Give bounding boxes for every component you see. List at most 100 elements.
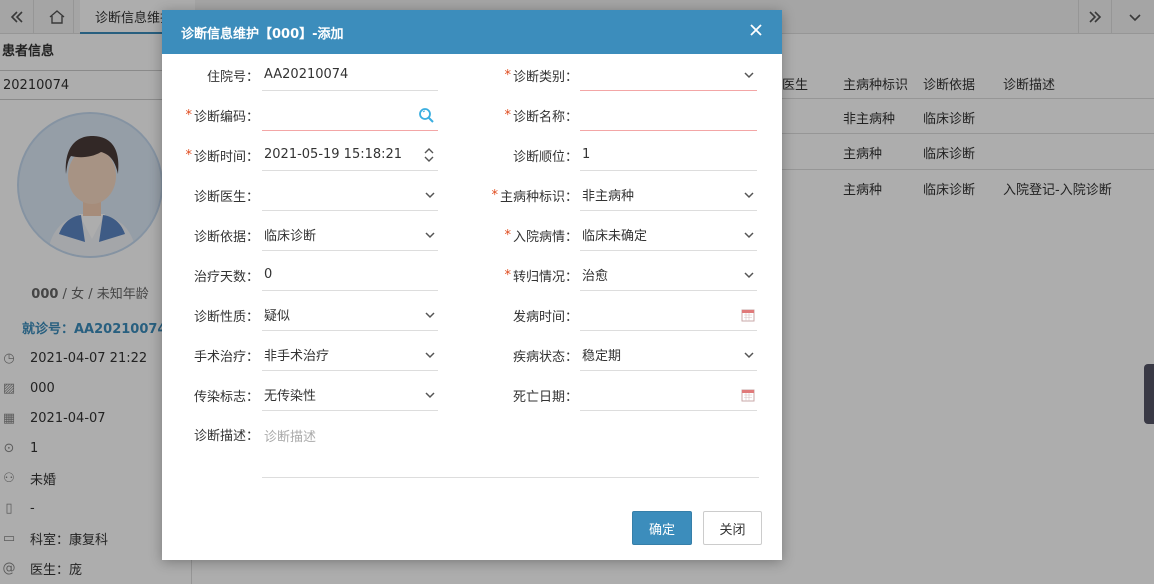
chevron-down-icon <box>743 179 755 211</box>
diag-doctor-select[interactable] <box>262 179 438 211</box>
surgery-select[interactable]: 非手术治疗 <box>262 339 438 371</box>
chevron-down-icon <box>424 179 436 211</box>
required-mark: * <box>185 147 192 163</box>
calendar-icon[interactable] <box>741 379 755 411</box>
close-button[interactable]: 关闭 <box>703 511 762 545</box>
required-mark: * <box>185 107 192 123</box>
chevron-down-icon <box>424 299 436 331</box>
field-label: 诊断性质： <box>193 309 259 325</box>
field-admission-condition: * 入院病情： 临床未确定 <box>462 219 762 251</box>
death-date-input[interactable] <box>580 379 757 411</box>
field-label: 死亡日期： <box>512 389 578 405</box>
field-label: 疾病状态： <box>512 349 578 365</box>
field-value: 2021-05-19 15:18:21 <box>264 147 403 162</box>
dialog-title: 诊断信息维护【000】-添加 <box>181 26 344 42</box>
field-treatment-days: 治疗天数： 0 <box>162 259 442 291</box>
chevron-down-icon <box>743 259 755 291</box>
diag-code-input[interactable] <box>262 99 438 131</box>
field-disease-state: 疾病状态： 稳定期 <box>462 339 762 371</box>
outcome-select[interactable]: 治愈 <box>580 259 757 291</box>
confirm-button[interactable]: 确定 <box>632 511 692 545</box>
required-mark: * <box>504 267 511 283</box>
dialog-header: 诊断信息维护【000】-添加 <box>162 10 782 54</box>
time-spinner[interactable] <box>424 139 434 171</box>
field-value: 0 <box>264 267 273 282</box>
chevron-down-icon <box>424 379 436 411</box>
diagnosis-add-dialog: 诊断信息维护【000】-添加 住院号： AA20210074 * 诊断类别： * 诊… <box>162 10 782 560</box>
field-diag-basis: 诊断依据： 临床诊断 <box>162 219 442 251</box>
chevron-down-icon <box>424 339 436 371</box>
field-label: 传染标志： <box>193 389 259 405</box>
field-label: * 诊断名称： <box>462 99 578 131</box>
spin-down-icon[interactable] <box>424 155 434 163</box>
label-text: 入院病情： <box>512 229 578 245</box>
field-diag-order: 诊断顺位： 1 <box>462 139 762 171</box>
admission-condition-select[interactable]: 临床未确定 <box>580 219 757 251</box>
field-label: 手术治疗： <box>193 349 259 365</box>
diag-category-select[interactable] <box>580 59 757 91</box>
spin-up-icon[interactable] <box>424 147 434 155</box>
diag-name-input[interactable] <box>580 99 757 131</box>
field-label: * 诊断编码： <box>162 99 259 131</box>
field-value: 临床未确定 <box>582 229 648 244</box>
required-mark: * <box>504 107 511 123</box>
field-label: * 诊断时间： <box>162 139 259 171</box>
required-mark: * <box>504 227 511 243</box>
diag-nature-select[interactable]: 疑似 <box>262 299 438 331</box>
diag-basis-select[interactable]: 临床诊断 <box>262 219 438 251</box>
field-value: 疑似 <box>264 309 291 324</box>
field-main-disease-flag: * 主病种标识： 非主病种 <box>462 179 762 211</box>
treatment-days-input[interactable]: 0 <box>262 259 438 291</box>
label-text: 诊断名称： <box>512 109 578 125</box>
label-text: 转归情况： <box>512 269 578 285</box>
field-label: 诊断依据： <box>193 229 259 245</box>
diag-time-input[interactable]: 2021-05-19 15:18:21 <box>262 139 438 171</box>
label-text: 诊断编码： <box>193 109 259 125</box>
placeholder-text: 诊断描述 <box>264 430 317 445</box>
field-diag-time: * 诊断时间： 2021-05-19 15:18:21 <box>162 139 442 171</box>
field-label: 诊断顺位： <box>512 149 578 165</box>
field-label: 治疗天数： <box>193 269 259 285</box>
field-value: 治愈 <box>582 269 609 284</box>
field-label: * 主病种标识： <box>462 179 578 211</box>
admission-no-input[interactable]: AA20210074 <box>262 59 438 91</box>
field-diag-name: * 诊断名称： <box>462 99 762 131</box>
field-death-date: 死亡日期： <box>462 379 762 411</box>
required-mark: * <box>504 67 511 83</box>
field-value: 稳定期 <box>582 349 622 364</box>
field-surgery: 手术治疗： 非手术治疗 <box>162 339 442 371</box>
chevron-down-icon <box>743 219 755 251</box>
search-icon[interactable] <box>418 99 434 131</box>
chevron-down-icon <box>743 339 755 371</box>
field-label: 诊断描述： <box>193 428 259 444</box>
required-mark: * <box>491 187 498 203</box>
onset-time-input[interactable] <box>580 299 757 331</box>
field-diag-category: * 诊断类别： <box>462 59 762 91</box>
chevron-down-icon <box>743 59 755 91</box>
field-value: AA20210074 <box>264 67 349 82</box>
field-onset-time: 发病时间： <box>462 299 762 331</box>
field-infectious: 传染标志： 无传染性 <box>162 379 442 411</box>
label-text: 诊断类别： <box>512 69 578 85</box>
field-diag-code: * 诊断编码： <box>162 99 442 131</box>
field-diag-desc: 诊断描述： 诊断描述 <box>162 418 762 478</box>
field-admission-no: 住院号： AA20210074 <box>162 59 442 91</box>
calendar-icon[interactable] <box>741 299 755 331</box>
infectious-select[interactable]: 无传染性 <box>262 379 438 411</box>
disease-state-select[interactable]: 稳定期 <box>580 339 757 371</box>
field-diag-doctor: 诊断医生： <box>162 179 442 211</box>
field-label: * 诊断类别： <box>462 59 578 91</box>
field-outcome: * 转归情况： 治愈 <box>462 259 762 291</box>
field-value: 无传染性 <box>264 389 317 404</box>
diag-order-input[interactable]: 1 <box>580 139 757 171</box>
field-value: 临床诊断 <box>264 229 317 244</box>
field-value: 非手术治疗 <box>264 349 330 364</box>
chevron-down-icon <box>424 219 436 251</box>
main-disease-flag-select[interactable]: 非主病种 <box>580 179 757 211</box>
diag-desc-textarea[interactable]: 诊断描述 <box>262 418 759 478</box>
field-label: * 入院病情： <box>462 219 578 251</box>
field-value: 1 <box>582 147 591 162</box>
field-value: 非主病种 <box>582 189 635 204</box>
field-label: * 转归情况： <box>462 259 578 291</box>
close-icon[interactable] <box>746 22 766 42</box>
